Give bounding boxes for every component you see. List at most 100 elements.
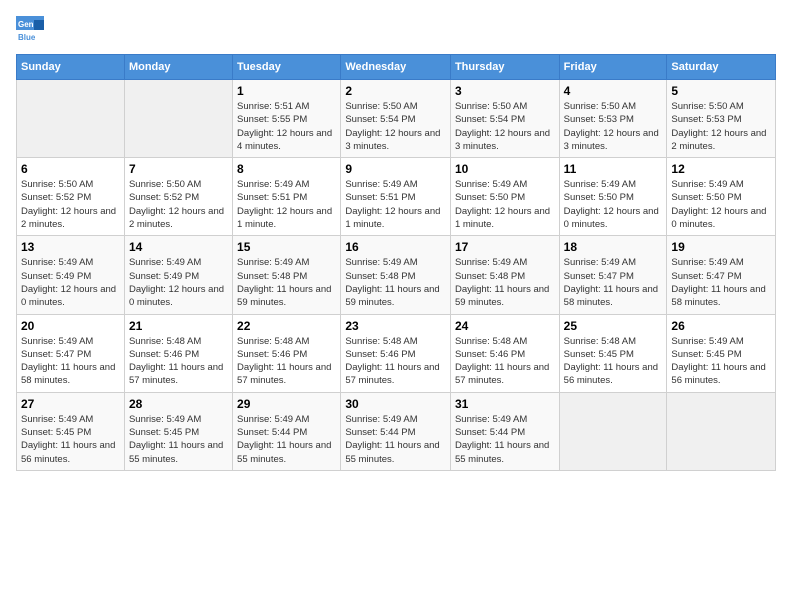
day-number: 5: [671, 84, 771, 98]
day-number: 8: [237, 162, 336, 176]
day-cell: [667, 392, 776, 470]
day-number: 24: [455, 319, 555, 333]
day-info: Sunrise: 5:49 AMSunset: 5:50 PMDaylight:…: [671, 178, 771, 231]
day-cell: 14 Sunrise: 5:49 AMSunset: 5:49 PMDayligh…: [124, 236, 232, 314]
day-cell: 5 Sunrise: 5:50 AMSunset: 5:53 PMDaylight…: [667, 80, 776, 158]
day-number: 15: [237, 240, 336, 254]
day-cell: [559, 392, 667, 470]
day-cell: 3 Sunrise: 5:50 AMSunset: 5:54 PMDaylight…: [450, 80, 559, 158]
day-info: Sunrise: 5:51 AMSunset: 5:55 PMDaylight:…: [237, 100, 336, 153]
day-info: Sunrise: 5:49 AMSunset: 5:44 PMDaylight:…: [345, 413, 446, 466]
day-number: 30: [345, 397, 446, 411]
day-info: Sunrise: 5:50 AMSunset: 5:53 PMDaylight:…: [671, 100, 771, 153]
day-info: Sunrise: 5:50 AMSunset: 5:52 PMDaylight:…: [129, 178, 228, 231]
day-cell: 7 Sunrise: 5:50 AMSunset: 5:52 PMDaylight…: [124, 158, 232, 236]
weekday-header-monday: Monday: [124, 55, 232, 80]
day-number: 27: [21, 397, 120, 411]
day-cell: 8 Sunrise: 5:49 AMSunset: 5:51 PMDaylight…: [233, 158, 341, 236]
day-info: Sunrise: 5:49 AMSunset: 5:44 PMDaylight:…: [455, 413, 555, 466]
day-cell: 25Sunrise: 5:48 AMSunset: 5:45 PMDayligh…: [559, 314, 667, 392]
day-info: Sunrise: 5:48 AMSunset: 5:46 PMDaylight:…: [455, 335, 555, 388]
day-cell: 13Sunrise: 5:49 AMSunset: 5:49 PMDayligh…: [17, 236, 125, 314]
day-cell: 27Sunrise: 5:49 AMSunset: 5:45 PMDayligh…: [17, 392, 125, 470]
day-number: 12: [671, 162, 771, 176]
day-cell: 4Sunrise: 5:50 AMSunset: 5:53 PMDaylight…: [559, 80, 667, 158]
day-info: Sunrise: 5:49 AMSunset: 5:45 PMDaylight:…: [129, 413, 228, 466]
svg-text:Blue: Blue: [18, 33, 36, 42]
day-info: Sunrise: 5:49 AMSunset: 5:48 PMDaylight:…: [237, 256, 336, 309]
day-cell: 29Sunrise: 5:49 AMSunset: 5:44 PMDayligh…: [233, 392, 341, 470]
day-number: 10: [455, 162, 555, 176]
week-row-2: 6 Sunrise: 5:50 AMSunset: 5:52 PMDaylight…: [17, 158, 776, 236]
day-number: 22: [237, 319, 336, 333]
day-info: Sunrise: 5:48 AMSunset: 5:46 PMDaylight:…: [129, 335, 228, 388]
day-cell: 22 Sunrise: 5:48 AMSunset: 5:46 PMDayligh…: [233, 314, 341, 392]
day-cell: 16 Sunrise: 5:49 AMSunset: 5:48 PMDayligh…: [341, 236, 451, 314]
day-info: Sunrise: 5:49 AMSunset: 5:47 PMDaylight:…: [564, 256, 663, 309]
day-number: 18: [564, 240, 663, 254]
day-number: 6: [21, 162, 120, 176]
day-info: Sunrise: 5:49 AMSunset: 5:48 PMDaylight:…: [455, 256, 555, 309]
day-cell: [17, 80, 125, 158]
weekday-header-thursday: Thursday: [450, 55, 559, 80]
day-info: Sunrise: 5:49 AMSunset: 5:51 PMDaylight:…: [345, 178, 446, 231]
day-number: 20: [21, 319, 120, 333]
day-cell: 19Sunrise: 5:49 AMSunset: 5:47 PMDayligh…: [667, 236, 776, 314]
weekday-header-friday: Friday: [559, 55, 667, 80]
day-cell: 9 Sunrise: 5:49 AMSunset: 5:51 PMDaylight…: [341, 158, 451, 236]
week-row-5: 27 Sunrise: 5:49 AMSunset: 5:45 PMDayligh…: [17, 392, 776, 470]
day-cell: [124, 80, 232, 158]
day-info: Sunrise: 5:50 AMSunset: 5:52 PMDaylight:…: [21, 178, 120, 231]
day-info: Sunrise: 5:50 AMSunset: 5:54 PMDaylight:…: [455, 100, 555, 153]
calendar: SundayMondayTuesdayWednesdayThursdayFrid…: [16, 54, 776, 471]
day-info: Sunrise: 5:49 AMSunset: 5:45 PMDaylight:…: [671, 335, 771, 388]
week-row-4: 20Sunrise: 5:49 AMSunset: 5:47 PMDayligh…: [17, 314, 776, 392]
day-info: Sunrise: 5:49 AMSunset: 5:50 PMDaylight:…: [564, 178, 663, 231]
svg-text:Gen: Gen: [18, 20, 34, 29]
day-cell: 20Sunrise: 5:49 AMSunset: 5:47 PMDayligh…: [17, 314, 125, 392]
day-cell: 12 Sunrise: 5:49 AMSunset: 5:50 PMDayligh…: [667, 158, 776, 236]
weekday-header-sunday: Sunday: [17, 55, 125, 80]
weekday-header-row: SundayMondayTuesdayWednesdayThursdayFrid…: [17, 55, 776, 80]
day-cell: 21 Sunrise: 5:48 AMSunset: 5:46 PMDayligh…: [124, 314, 232, 392]
day-info: Sunrise: 5:49 AMSunset: 5:49 PMDaylight:…: [129, 256, 228, 309]
day-number: 1: [237, 84, 336, 98]
day-cell: 10 Sunrise: 5:49 AMSunset: 5:50 PMDayligh…: [450, 158, 559, 236]
day-number: 17: [455, 240, 555, 254]
day-number: 13: [21, 240, 120, 254]
week-row-1: 1 Sunrise: 5:51 AMSunset: 5:55 PMDaylight…: [17, 80, 776, 158]
day-number: 3: [455, 84, 555, 98]
day-number: 28: [129, 397, 228, 411]
day-cell: 17 Sunrise: 5:49 AMSunset: 5:48 PMDayligh…: [450, 236, 559, 314]
day-cell: 1 Sunrise: 5:51 AMSunset: 5:55 PMDaylight…: [233, 80, 341, 158]
logo-icon: Gen Blue: [16, 16, 44, 44]
day-cell: 6 Sunrise: 5:50 AMSunset: 5:52 PMDaylight…: [17, 158, 125, 236]
day-number: 9: [345, 162, 446, 176]
day-number: 21: [129, 319, 228, 333]
day-info: Sunrise: 5:48 AMSunset: 5:45 PMDaylight:…: [564, 335, 663, 388]
day-cell: 24 Sunrise: 5:48 AMSunset: 5:46 PMDayligh…: [450, 314, 559, 392]
day-number: 26: [671, 319, 771, 333]
day-number: 31: [455, 397, 555, 411]
day-info: Sunrise: 5:48 AMSunset: 5:46 PMDaylight:…: [345, 335, 446, 388]
weekday-header-saturday: Saturday: [667, 55, 776, 80]
day-cell: 23Sunrise: 5:48 AMSunset: 5:46 PMDayligh…: [341, 314, 451, 392]
day-cell: 26 Sunrise: 5:49 AMSunset: 5:45 PMDayligh…: [667, 314, 776, 392]
weekday-header-wednesday: Wednesday: [341, 55, 451, 80]
day-cell: 2Sunrise: 5:50 AMSunset: 5:54 PMDaylight…: [341, 80, 451, 158]
day-info: Sunrise: 5:49 AMSunset: 5:48 PMDaylight:…: [345, 256, 446, 309]
header: Gen Blue: [16, 16, 776, 44]
day-cell: 15 Sunrise: 5:49 AMSunset: 5:48 PMDayligh…: [233, 236, 341, 314]
day-info: Sunrise: 5:49 AMSunset: 5:50 PMDaylight:…: [455, 178, 555, 231]
day-cell: 31 Sunrise: 5:49 AMSunset: 5:44 PMDayligh…: [450, 392, 559, 470]
day-number: 7: [129, 162, 228, 176]
day-cell: 28 Sunrise: 5:49 AMSunset: 5:45 PMDayligh…: [124, 392, 232, 470]
weekday-header-tuesday: Tuesday: [233, 55, 341, 80]
day-info: Sunrise: 5:49 AMSunset: 5:47 PMDaylight:…: [671, 256, 771, 309]
day-info: Sunrise: 5:48 AMSunset: 5:46 PMDaylight:…: [237, 335, 336, 388]
week-row-3: 13 Sunrise: 5:49 AMSunset: 5:49 PMDayligh…: [17, 236, 776, 314]
day-number: 14: [129, 240, 228, 254]
day-number: 16: [345, 240, 446, 254]
day-info: Sunrise: 5:49 AMSunset: 5:51 PMDaylight:…: [237, 178, 336, 231]
day-number: 11: [564, 162, 663, 176]
